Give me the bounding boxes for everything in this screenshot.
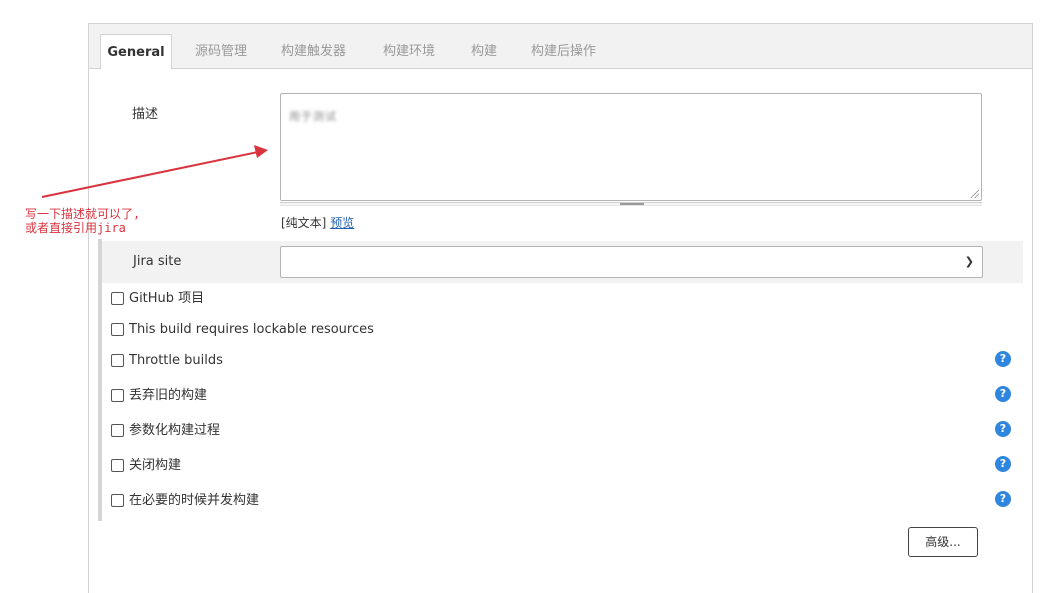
option-disable-build[interactable]: 关闭构建	[111, 457, 181, 475]
checkbox[interactable]	[111, 322, 124, 336]
job-config-panel: General 源码管理 构建触发器 构建环境 构建 构建后操作 描述 用于测试…	[88, 23, 1033, 593]
option-concurrent-builds[interactable]: 在必要的时候并发构建	[111, 492, 259, 510]
option-label: 关闭构建	[129, 458, 182, 473]
option-label: This build requires lockable resources	[129, 322, 374, 337]
tab-source-control[interactable]: 源码管理	[195, 34, 247, 69]
drag-grip-icon	[620, 203, 644, 205]
option-label: 在必要的时候并发构建	[129, 493, 260, 508]
plain-text-label: [纯文本]	[281, 216, 327, 230]
option-throttle-builds[interactable]: Throttle builds	[111, 352, 223, 370]
description-value: 用于测试	[289, 110, 337, 123]
checkbox[interactable]	[111, 423, 124, 437]
checkbox[interactable]	[111, 493, 124, 507]
chevron-down-icon: ❯	[964, 255, 974, 268]
checkbox[interactable]	[111, 291, 124, 305]
checkbox[interactable]	[111, 353, 124, 367]
tab-build-environment[interactable]: 构建环境	[383, 34, 435, 69]
option-github-project[interactable]: GitHub 项目	[111, 290, 204, 308]
help-icon[interactable]: ?	[995, 386, 1011, 402]
help-icon[interactable]: ?	[995, 491, 1011, 507]
option-label: GitHub 项目	[129, 291, 205, 306]
tab-build[interactable]: 构建	[471, 34, 497, 69]
resize-grip-icon[interactable]	[971, 190, 979, 198]
option-label: 丢弃旧的构建	[129, 388, 208, 403]
checkbox[interactable]	[111, 458, 124, 472]
option-parameterized-build[interactable]: 参数化构建过程	[111, 422, 220, 440]
annotation-note: 写一下描述就可以了, 或者直接引用jira	[25, 207, 140, 235]
option-lockable-resources[interactable]: This build requires lockable resources	[111, 321, 374, 339]
tab-general[interactable]: General	[100, 34, 172, 70]
description-hint: [纯文本] 预览	[281, 214, 354, 231]
option-label: Throttle builds	[129, 353, 223, 368]
tab-build-triggers[interactable]: 构建触发器	[281, 34, 346, 69]
description-label: 描述	[132, 107, 159, 122]
help-icon[interactable]: ?	[995, 351, 1011, 367]
preview-link[interactable]: 预览	[330, 216, 354, 230]
textarea-drag-handle[interactable]	[280, 202, 982, 206]
help-icon[interactable]: ?	[995, 421, 1011, 437]
annotation-line-2: 或者直接引用jira	[25, 221, 126, 235]
jira-site-label: Jira site	[133, 254, 182, 269]
help-icon[interactable]: ?	[995, 456, 1011, 472]
advanced-button[interactable]: 高级...	[908, 527, 978, 557]
jira-site-select[interactable]: ❯	[280, 246, 983, 278]
description-textarea[interactable]: 用于测试	[280, 93, 982, 201]
config-tab-bar: General 源码管理 构建触发器 构建环境 构建 构建后操作	[89, 24, 1032, 70]
tab-post-build-actions[interactable]: 构建后操作	[531, 34, 596, 69]
option-label: 参数化构建过程	[129, 423, 221, 438]
checkbox[interactable]	[111, 388, 124, 402]
annotation-line-1: 写一下描述就可以了,	[25, 207, 141, 221]
option-discard-old-builds[interactable]: 丢弃旧的构建	[111, 387, 207, 405]
